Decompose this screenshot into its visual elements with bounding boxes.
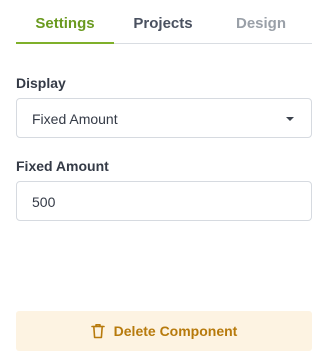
fixed-amount-label: Fixed Amount [16, 158, 109, 174]
fixed-amount-input[interactable]: 500 [16, 181, 312, 221]
delete-component-label: Delete Component [113, 323, 238, 339]
display-select-value: Fixed Amount [32, 111, 118, 127]
delete-component-button[interactable]: Delete Component [16, 311, 312, 351]
tab-projects[interactable]: Projects [114, 0, 212, 43]
tab-bar: Settings Projects Design [16, 0, 312, 44]
display-label: Display [16, 75, 66, 91]
chevron-down-icon [286, 117, 294, 121]
trash-icon [90, 324, 105, 339]
tab-design[interactable]: Design [212, 0, 310, 43]
component-settings-panel: Settings Projects Design Display Fixed A… [16, 0, 312, 362]
fixed-amount-value: 500 [32, 194, 56, 210]
display-select[interactable]: Fixed Amount [16, 98, 312, 138]
tab-settings[interactable]: Settings [16, 0, 114, 44]
